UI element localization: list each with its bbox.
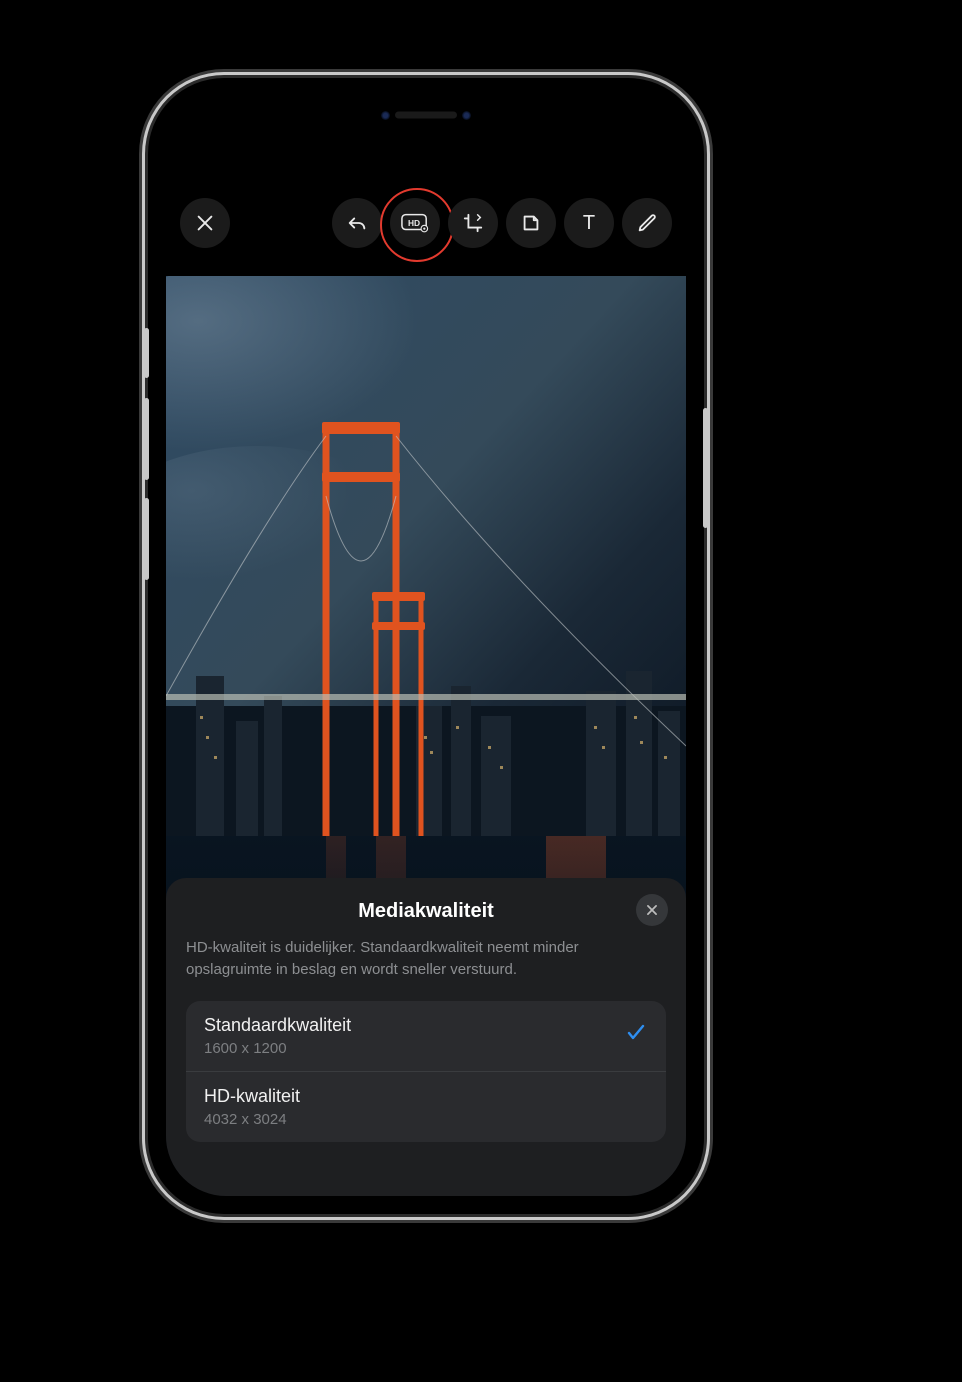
undo-button[interactable] (332, 198, 382, 248)
sheet-close-button[interactable] (636, 894, 668, 926)
option-title: HD-kwaliteit (204, 1086, 300, 1107)
checkmark-icon (624, 1020, 648, 1051)
hd-quality-button[interactable]: HD (390, 198, 440, 248)
sticker-icon (520, 212, 542, 234)
close-icon (645, 903, 659, 917)
pencil-icon (636, 212, 658, 234)
volume-down-button (144, 498, 149, 580)
option-title: Standaardkwaliteit (204, 1015, 351, 1036)
draw-button[interactable] (622, 198, 672, 248)
close-icon (194, 212, 216, 234)
phone-screen: HD (166, 96, 686, 1196)
svg-text:HD: HD (408, 218, 420, 228)
option-resolution: 4032 x 3024 (204, 1111, 300, 1128)
phone-notch (316, 96, 536, 134)
quality-option-standard[interactable]: Standaardkwaliteit 1600 x 1200 (186, 1001, 666, 1071)
undo-icon (346, 212, 368, 234)
volume-up-button (144, 398, 149, 480)
sheet-description: HD-kwaliteit is duidelijker. Standaardkw… (186, 937, 666, 981)
hd-settings-icon: HD (401, 213, 429, 233)
sensor-dot (381, 111, 390, 120)
quality-options-list: Standaardkwaliteit 1600 x 1200 HD-kwalit… (186, 1001, 666, 1142)
close-button[interactable] (180, 198, 230, 248)
sheet-title: Mediakwaliteit (186, 900, 666, 923)
sticker-button[interactable] (506, 198, 556, 248)
phone-frame: HD (148, 78, 704, 1214)
power-button (703, 408, 708, 528)
text-icon: T (583, 212, 595, 235)
crop-rotate-icon (462, 212, 484, 234)
quality-option-hd[interactable]: HD-kwaliteit 4032 x 3024 (186, 1071, 666, 1142)
editor-toolbar: HD (166, 194, 686, 252)
side-button (144, 328, 149, 378)
text-button[interactable]: T (564, 198, 614, 248)
speaker-grille (395, 112, 457, 119)
crop-rotate-button[interactable] (448, 198, 498, 248)
option-resolution: 1600 x 1200 (204, 1040, 351, 1057)
media-quality-sheet: Mediakwaliteit HD-kwaliteit is duidelijk… (166, 878, 686, 1196)
sensor-dot (462, 111, 471, 120)
